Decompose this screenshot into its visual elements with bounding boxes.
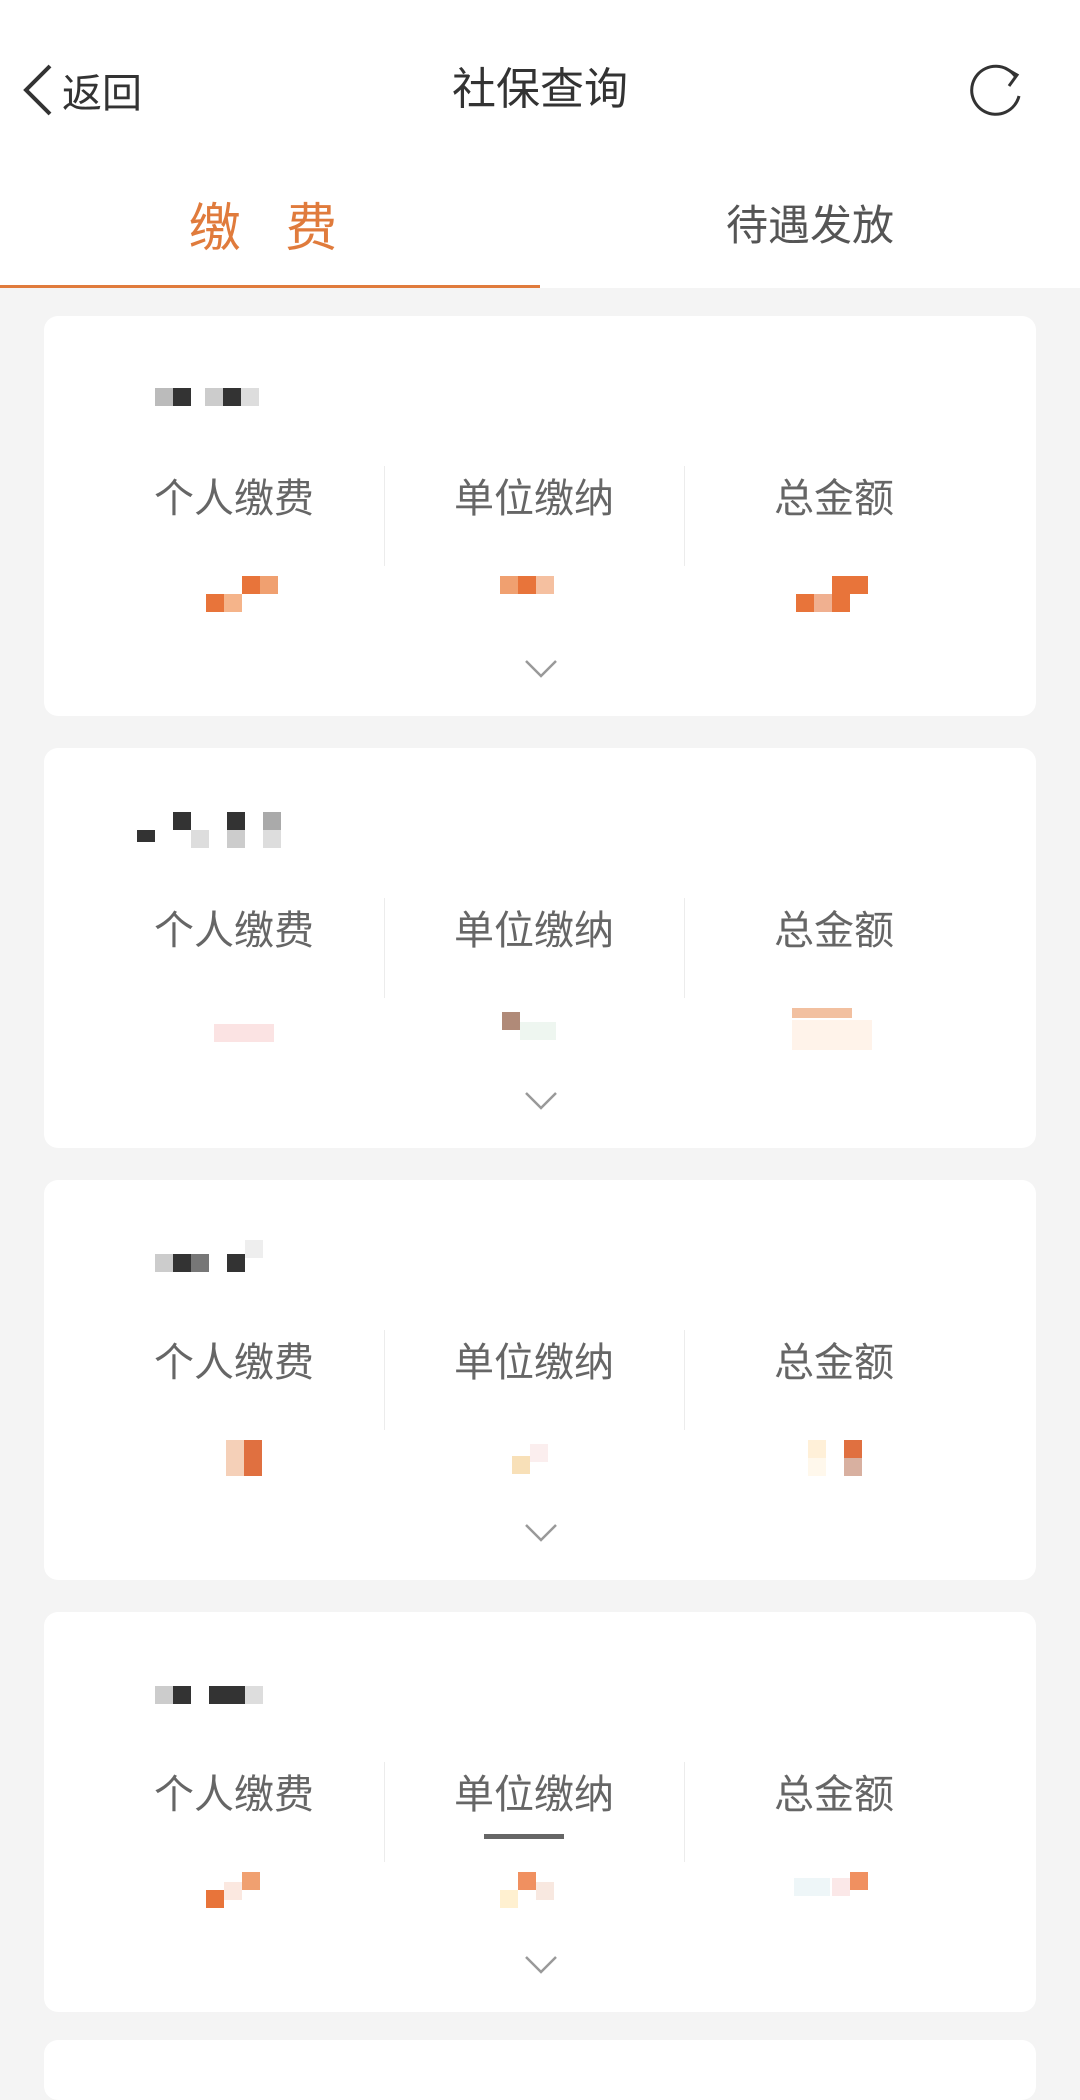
chevron-down-icon[interactable] (524, 1090, 558, 1112)
personal-payment-column: 个人缴费 (84, 1330, 384, 1500)
total-amount-value-masked (684, 1440, 984, 1480)
employer-payment-label: 单位缴纳 (454, 908, 614, 954)
card-period-masked (109, 1672, 309, 1712)
personal-payment-label: 个人缴费 (154, 908, 314, 954)
employer-payment-value-masked (384, 1834, 684, 1912)
personal-payment-label: 个人缴费 (154, 476, 314, 522)
card-period-masked (109, 1240, 309, 1280)
payment-card: 个人缴费 单位缴纳 总金额 (44, 316, 1036, 716)
tab-benefit-payout[interactable]: 待遇发放 (540, 160, 1080, 288)
tab-active-indicator (0, 285, 540, 288)
tab-benefit-payout-label: 待遇发放 (725, 201, 894, 250)
refresh-icon (970, 64, 1021, 116)
total-amount-value-masked (684, 1008, 984, 1050)
total-amount-label: 总金额 (774, 908, 894, 954)
total-amount-column: 总金额 (684, 1762, 984, 1932)
personal-payment-label: 个人缴费 (154, 1772, 314, 1818)
personal-payment-column: 个人缴费 (84, 466, 384, 636)
nav-bar: 返回 社保查询 (0, 0, 1080, 180)
employer-payment-column: 单位缴纳 (384, 466, 684, 636)
total-amount-label: 总金额 (774, 1772, 894, 1818)
tab-bar: 缴 费 待遇发放 (0, 160, 1080, 288)
tab-payment-label: 缴 费 (188, 199, 352, 259)
employer-payment-value-masked (384, 576, 684, 616)
personal-payment-value-masked (84, 1008, 384, 1048)
employer-payment-column: 单位缴纳 (384, 898, 684, 1068)
total-amount-column: 总金额 (684, 466, 984, 636)
personal-payment-value-masked (84, 1440, 384, 1480)
personal-payment-value-masked (84, 1872, 384, 1912)
employer-payment-label: 单位缴纳 (454, 1340, 614, 1386)
employer-payment-column: 单位缴纳 (384, 1762, 684, 1932)
employer-payment-label: 单位缴纳 (454, 1772, 614, 1818)
chevron-down-icon[interactable] (524, 1954, 558, 1976)
personal-payment-label: 个人缴费 (154, 1340, 314, 1386)
total-amount-column: 总金额 (684, 1330, 984, 1500)
card-period-masked (109, 376, 309, 416)
page-title: 社保查询 (452, 64, 628, 115)
payment-card: 个人缴费 单位缴纳 总金额 (44, 1612, 1036, 2012)
chevron-down-icon[interactable] (524, 1522, 558, 1544)
total-amount-label: 总金额 (774, 476, 894, 522)
payment-card: 个人缴费 单位缴纳 总金额 (44, 1180, 1036, 1580)
employer-payment-value-masked (384, 1008, 684, 1048)
total-amount-value-masked (684, 1872, 984, 1912)
payment-card-partial (44, 2040, 1036, 2100)
tab-payment[interactable]: 缴 费 (0, 160, 540, 288)
personal-payment-value-masked (84, 576, 384, 616)
employer-payment-column: 单位缴纳 (384, 1330, 684, 1500)
personal-payment-column: 个人缴费 (84, 898, 384, 1068)
chevron-down-icon[interactable] (524, 658, 558, 680)
refresh-button[interactable] (965, 58, 1029, 122)
employer-payment-value-masked (384, 1440, 684, 1480)
card-period-masked (109, 808, 309, 848)
employer-payment-label: 单位缴纳 (454, 476, 614, 522)
total-amount-column: 总金额 (684, 898, 984, 1068)
total-amount-label: 总金额 (774, 1340, 894, 1386)
personal-payment-column: 个人缴费 (84, 1762, 384, 1932)
payment-card: 个人缴费 单位缴纳 总金额 (44, 748, 1036, 1148)
total-amount-value-masked (684, 576, 984, 616)
